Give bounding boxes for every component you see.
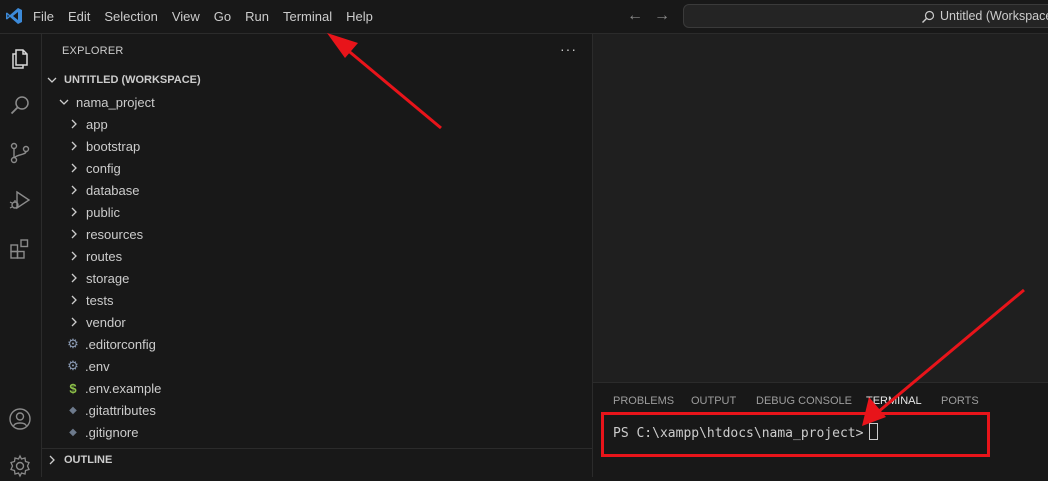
tab-terminal[interactable]: TERMINAL bbox=[866, 395, 922, 407]
folder-label: config bbox=[86, 160, 121, 176]
git-icon: ◆ bbox=[69, 426, 77, 438]
file-label: .env bbox=[85, 358, 110, 374]
chevron-down-icon bbox=[59, 99, 69, 105]
folder-label: routes bbox=[86, 248, 123, 264]
tree-file[interactable]: ⚙ .env bbox=[42, 355, 616, 377]
tab-debug-console[interactable]: DEBUG CONSOLE bbox=[756, 395, 852, 407]
tree-folder[interactable]: database bbox=[42, 179, 618, 201]
explorer-icon[interactable] bbox=[8, 47, 32, 71]
chevron-right-icon bbox=[71, 119, 77, 129]
activity-bar bbox=[0, 34, 42, 478]
workspace-section-header[interactable]: UNTITLED (WORKSPACE) bbox=[42, 69, 596, 91]
tree-file[interactable]: ◆ .gitattributes bbox=[42, 399, 616, 421]
workspace-label: UNTITLED (WORKSPACE) bbox=[64, 74, 201, 86]
git-icon: ◆ bbox=[69, 404, 77, 416]
menu-selection[interactable]: Selection bbox=[99, 0, 162, 34]
tree-file[interactable]: ◆ .gitignore bbox=[42, 421, 616, 443]
folder-label: storage bbox=[86, 270, 130, 286]
outline-section-header[interactable]: OUTLINE bbox=[42, 449, 596, 471]
folder-label: public bbox=[86, 204, 120, 220]
tab-output[interactable]: OUTPUT bbox=[691, 395, 736, 407]
back-arrow-icon[interactable]: ← bbox=[627, 7, 643, 25]
tree-folder[interactable]: routes bbox=[42, 245, 618, 267]
search-icon bbox=[922, 10, 935, 23]
command-center-search[interactable]: Untitled (Workspace) bbox=[683, 4, 1048, 28]
menu-go[interactable]: Go bbox=[209, 0, 236, 34]
tab-problems[interactable]: PROBLEMS bbox=[613, 395, 674, 407]
tree-folder[interactable]: bootstrap bbox=[42, 135, 618, 157]
editor-area bbox=[593, 34, 1048, 382]
chevron-right-icon bbox=[71, 185, 77, 195]
tree-item-project[interactable]: nama_project bbox=[42, 91, 608, 113]
tree-folder[interactable]: config bbox=[42, 157, 618, 179]
chevron-right-icon bbox=[71, 273, 77, 283]
settings-gear-icon[interactable] bbox=[8, 454, 32, 478]
tree-folder[interactable]: vendor bbox=[42, 311, 618, 333]
dollar-icon: $ bbox=[69, 380, 77, 396]
folder-label: resources bbox=[86, 226, 144, 242]
vscode-logo-icon bbox=[6, 8, 22, 24]
tree-folder[interactable]: storage bbox=[42, 267, 618, 289]
chevron-right-icon bbox=[71, 163, 77, 173]
file-label: .editorconfig bbox=[85, 336, 156, 352]
search-sidebar-icon[interactable] bbox=[8, 94, 32, 118]
file-label: .env.example bbox=[85, 380, 162, 396]
outline-label: OUTLINE bbox=[64, 454, 113, 466]
chevron-right-icon bbox=[71, 141, 77, 151]
menu-edit[interactable]: Edit bbox=[63, 0, 95, 34]
tree-folder[interactable]: resources bbox=[42, 223, 618, 245]
gear-icon: ⚙ bbox=[67, 336, 79, 351]
accounts-icon[interactable] bbox=[8, 407, 32, 431]
chevron-right-icon bbox=[71, 207, 77, 217]
explorer-title: EXPLORER bbox=[62, 45, 124, 57]
folder-label: vendor bbox=[86, 314, 126, 330]
file-label: .gitattributes bbox=[85, 402, 156, 418]
annotation-highlight-box bbox=[601, 412, 990, 457]
menu-terminal[interactable]: Terminal bbox=[278, 0, 337, 34]
file-label: .gitignore bbox=[85, 424, 139, 440]
gear-icon: ⚙ bbox=[67, 358, 79, 373]
chevron-down-icon bbox=[47, 77, 57, 83]
menu-file[interactable]: File bbox=[28, 0, 59, 34]
tree-file[interactable]: ⚙ .editorconfig bbox=[42, 333, 616, 355]
forward-arrow-icon[interactable]: → bbox=[654, 7, 670, 25]
folder-label: database bbox=[86, 182, 140, 198]
extensions-icon[interactable] bbox=[8, 237, 32, 261]
tree-file[interactable]: $ .env.example bbox=[42, 377, 616, 399]
menu-run[interactable]: Run bbox=[240, 0, 274, 34]
tree-folder[interactable]: app bbox=[42, 113, 618, 135]
chevron-right-icon bbox=[71, 317, 77, 327]
folder-label: tests bbox=[86, 292, 114, 308]
folder-label: app bbox=[86, 116, 108, 132]
tree-item-label: nama_project bbox=[76, 94, 155, 110]
chevron-right-icon bbox=[71, 251, 77, 261]
chevron-right-icon bbox=[71, 229, 77, 239]
menu-view[interactable]: View bbox=[167, 0, 205, 34]
run-debug-icon[interactable] bbox=[8, 188, 32, 212]
explorer-sidebar: EXPLORER ··· UNTITLED (WORKSPACE) nama_p… bbox=[42, 34, 593, 477]
menu-help[interactable]: Help bbox=[341, 0, 378, 34]
folder-label: bootstrap bbox=[86, 138, 141, 154]
tab-ports[interactable]: PORTS bbox=[941, 395, 979, 407]
chevron-right-icon bbox=[49, 455, 55, 465]
title-bar: File Edit Selection View Go Run Terminal… bbox=[0, 0, 1048, 34]
tree-folder[interactable]: tests bbox=[42, 289, 618, 311]
source-control-icon[interactable] bbox=[8, 141, 32, 165]
tree-folder[interactable]: public bbox=[42, 201, 618, 223]
chevron-right-icon bbox=[71, 295, 77, 305]
workspace-name: Untitled (Workspace) bbox=[940, 9, 1048, 23]
more-actions-icon[interactable]: ··· bbox=[560, 41, 577, 57]
menu-bar: File Edit Selection View Go Run Terminal… bbox=[28, 0, 382, 34]
